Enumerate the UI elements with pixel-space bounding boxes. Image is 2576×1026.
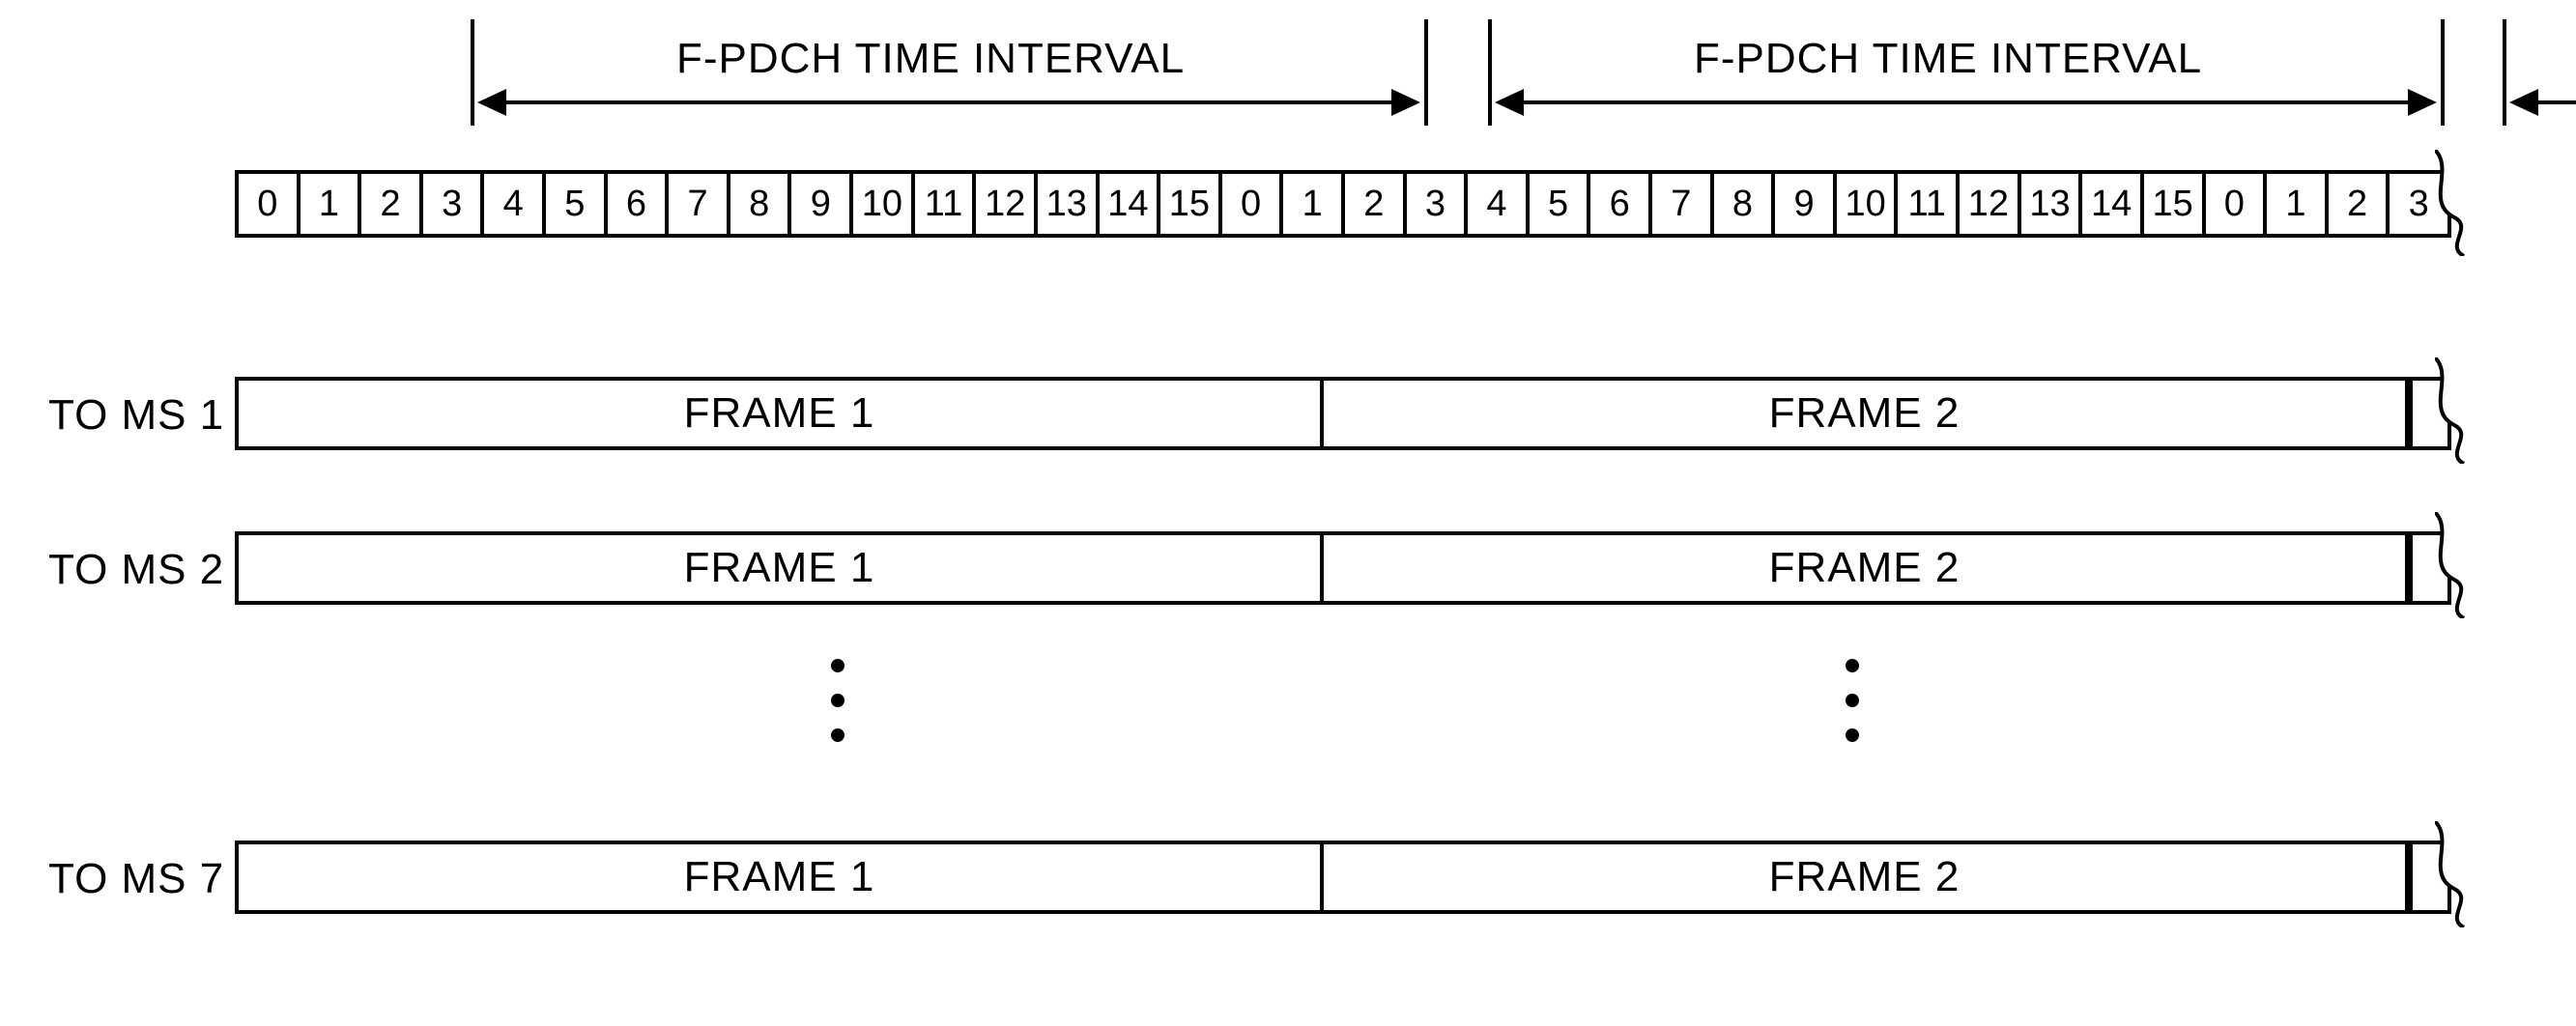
interval-2-end-tick bbox=[2441, 19, 2445, 126]
interval-3-start-tick bbox=[2503, 19, 2506, 126]
slot-3: 3 bbox=[423, 174, 485, 234]
row-2-frame-1: FRAME 1 bbox=[239, 535, 1324, 601]
slot-32: 0 bbox=[2206, 174, 2268, 234]
slot-7: 7 bbox=[669, 174, 730, 234]
interval-1-start-tick bbox=[471, 19, 474, 126]
slot-24: 8 bbox=[1714, 174, 1776, 234]
interval-2-arrow-right bbox=[2408, 89, 2437, 116]
rows-ellipsis-right bbox=[1846, 638, 1859, 763]
slot-14: 14 bbox=[1100, 174, 1161, 234]
row-2-break bbox=[2435, 512, 2474, 618]
slot-2: 2 bbox=[361, 174, 423, 234]
slot-20: 4 bbox=[1468, 174, 1530, 234]
slot-28: 12 bbox=[1960, 174, 2021, 234]
slot-4: 4 bbox=[484, 174, 546, 234]
slot-13: 13 bbox=[1038, 174, 1100, 234]
slot-29: 13 bbox=[2021, 174, 2083, 234]
interval-2-label: F-PDCH TIME INTERVAL bbox=[1694, 35, 2202, 83]
row-7-label: TO MS 7 bbox=[48, 855, 224, 903]
slot-26: 10 bbox=[1837, 174, 1899, 234]
row-1-frame-2: FRAME 2 bbox=[1324, 381, 2409, 446]
slot-6: 6 bbox=[608, 174, 670, 234]
slot-row: 0123456789101112131415012345678910111213… bbox=[235, 170, 2451, 238]
rows-ellipsis-left bbox=[831, 638, 844, 763]
interval-1-label: F-PDCH TIME INTERVAL bbox=[676, 35, 1185, 83]
slot-0: 0 bbox=[239, 174, 301, 234]
slot-16: 0 bbox=[1222, 174, 1284, 234]
interval-1-end-tick bbox=[1424, 19, 1428, 126]
slot-10: 10 bbox=[853, 174, 915, 234]
slot-18: 2 bbox=[1345, 174, 1407, 234]
row-7-break bbox=[2435, 821, 2474, 927]
row-2-frames: FRAME 1 FRAME 2 bbox=[235, 531, 2451, 605]
slot-31: 15 bbox=[2144, 174, 2206, 234]
slot-19: 3 bbox=[1407, 174, 1469, 234]
slot-9: 9 bbox=[791, 174, 853, 234]
row-7-frames: FRAME 1 FRAME 2 bbox=[235, 841, 2451, 914]
slot-34: 2 bbox=[2329, 174, 2390, 234]
slot-27: 11 bbox=[1898, 174, 1960, 234]
slot-11: 11 bbox=[915, 174, 977, 234]
row-7-frame-1: FRAME 1 bbox=[239, 844, 1324, 910]
row-2-label: TO MS 2 bbox=[48, 546, 224, 594]
slot-5: 5 bbox=[546, 174, 608, 234]
slot-30: 14 bbox=[2082, 174, 2144, 234]
slot-12: 12 bbox=[976, 174, 1038, 234]
interval-2-arrow-line bbox=[1520, 100, 2411, 104]
slot-1: 1 bbox=[301, 174, 362, 234]
slot-33: 1 bbox=[2267, 174, 2329, 234]
row-7-frame-2: FRAME 2 bbox=[1324, 844, 2409, 910]
interval-1-arrow-line bbox=[502, 100, 1395, 104]
slot-15: 15 bbox=[1160, 174, 1222, 234]
row-1-frames: FRAME 1 FRAME 2 bbox=[235, 377, 2451, 450]
interval-2-start-tick bbox=[1488, 19, 1492, 126]
slot-17: 1 bbox=[1283, 174, 1345, 234]
slot-row-break bbox=[2435, 150, 2474, 256]
interval-1-arrow-right bbox=[1391, 89, 1420, 116]
row-1-break bbox=[2435, 357, 2474, 464]
row-1-frame-1: FRAME 1 bbox=[239, 381, 1324, 446]
slot-21: 5 bbox=[1530, 174, 1591, 234]
diagram-canvas: F-PDCH TIME INTERVAL F-PDCH TIME INTERVA… bbox=[0, 0, 2576, 1026]
interval-3-arrow-line-stub bbox=[2534, 100, 2576, 104]
row-2-frame-2: FRAME 2 bbox=[1324, 535, 2409, 601]
slot-8: 8 bbox=[730, 174, 792, 234]
slot-25: 9 bbox=[1775, 174, 1837, 234]
slot-22: 6 bbox=[1590, 174, 1652, 234]
slot-23: 7 bbox=[1652, 174, 1714, 234]
row-1-label: TO MS 1 bbox=[48, 391, 224, 440]
